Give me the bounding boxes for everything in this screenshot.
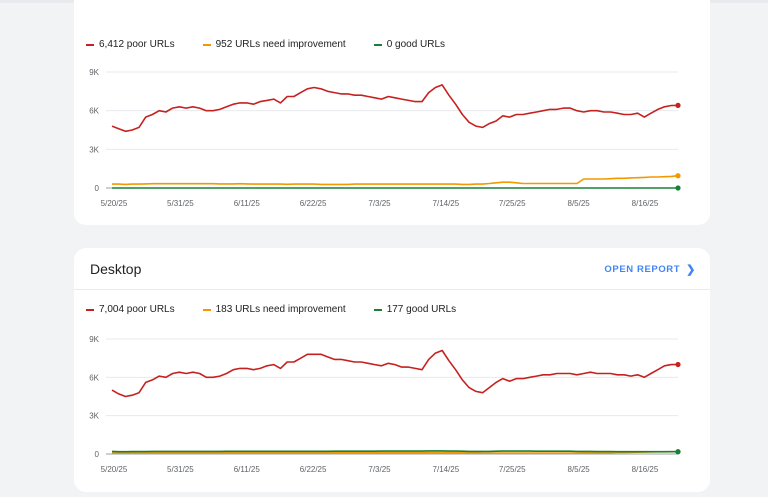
desktop-chart-card: Desktop OPEN REPORT ❯ 7,004 poor URLs 183… <box>74 248 710 492</box>
x-tick-label: 7/14/25 <box>433 465 460 474</box>
y-tick-label: 9K <box>89 335 99 344</box>
mobile-line-chart: 0 3K 6K 9K 5/20/25 5/31/25 6/11/25 6/22/25 7/3/2… <box>89 68 681 208</box>
x-tick-label: 6/11/25 <box>234 199 261 208</box>
x-tick-label: 8/16/25 <box>632 199 659 208</box>
y-tick-label: 6K <box>89 107 99 116</box>
series-end-point <box>675 102 681 108</box>
series-end-point <box>675 361 681 368</box>
series-line <box>112 174 679 186</box>
y-tick-label: 9K <box>89 68 99 77</box>
x-tick-label: 7/14/25 <box>433 199 460 208</box>
x-tick-label: 6/11/25 <box>234 465 261 474</box>
series-end-point <box>675 185 681 191</box>
y-tick-label: 3K <box>89 412 99 421</box>
x-tick-label: 5/20/25 <box>101 199 128 208</box>
y-tick-label: 3K <box>89 145 99 154</box>
x-tick-label: 7/3/25 <box>368 465 391 474</box>
mobile-chart-card: 6,412 poor URLs 952 URLs need improvement… <box>74 0 710 225</box>
x-tick-label: 5/31/25 <box>167 465 194 474</box>
x-tick-label: 8/5/25 <box>568 199 591 208</box>
series-line <box>111 84 679 133</box>
x-tick-label: 6/22/25 <box>300 465 327 474</box>
desktop-line-chart: 0 3K 6K 9K 5/20/25 5/31/25 6/11/25 6/22/25 7/3/2… <box>89 335 681 474</box>
y-tick-label: 0 <box>95 450 100 459</box>
series-line <box>111 450 678 453</box>
x-tick-label: 5/31/25 <box>167 199 194 208</box>
x-tick-label: 7/25/25 <box>499 465 526 474</box>
x-tick-label: 6/22/25 <box>300 199 327 208</box>
series-end-point <box>675 449 681 455</box>
x-tick-label: 7/25/25 <box>499 199 526 208</box>
series-line <box>111 349 679 398</box>
x-tick-label: 7/3/25 <box>368 199 391 208</box>
series-end-point <box>675 173 681 179</box>
x-tick-label: 8/5/25 <box>568 465 591 474</box>
y-tick-label: 6K <box>89 373 99 382</box>
x-tick-label: 5/20/25 <box>101 465 128 474</box>
x-tick-label: 8/16/25 <box>632 465 659 474</box>
y-tick-label: 0 <box>95 184 100 193</box>
